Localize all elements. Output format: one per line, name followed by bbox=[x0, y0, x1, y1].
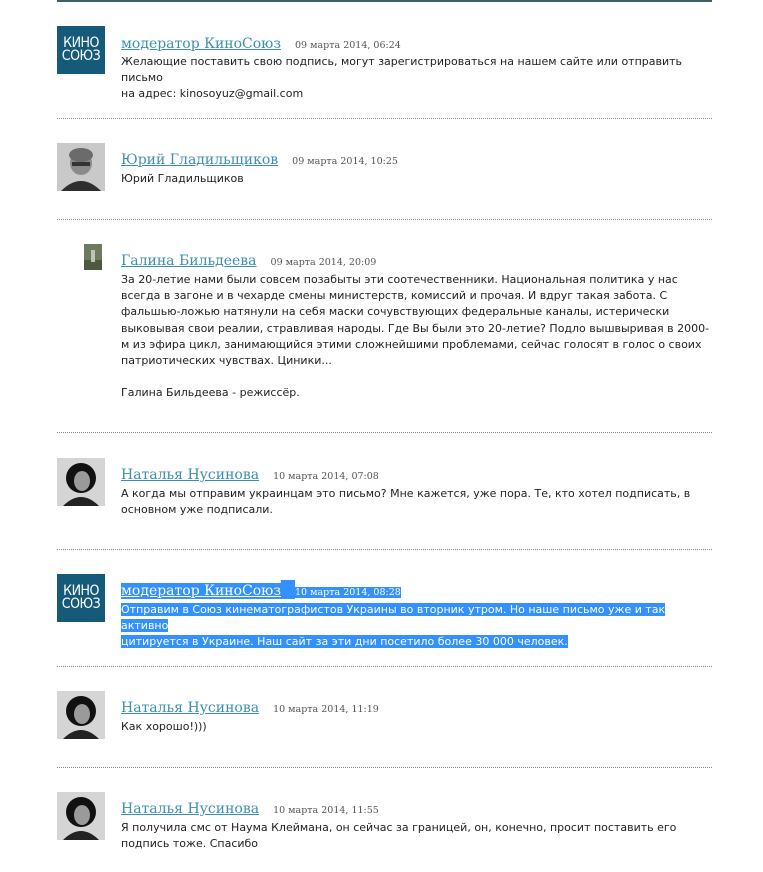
avatar bbox=[57, 143, 105, 191]
comment-date: 09 марта 2014, 10:25 bbox=[292, 156, 398, 167]
comment-author-link[interactable]: Юрий Гладильщиков bbox=[121, 152, 278, 168]
comment-author-link[interactable]: Наталья Нусинова bbox=[121, 467, 259, 483]
kinosoyuz-logo: КИНО СОЮЗ bbox=[57, 574, 105, 622]
comment-date: 09 марта 2014, 20:09 bbox=[270, 257, 377, 268]
comment-date: 10 марта 2014, 11:55 bbox=[273, 805, 379, 816]
comment-author-link[interactable]: Наталья Нусинова bbox=[121, 700, 259, 716]
avatar bbox=[84, 244, 102, 270]
comment-separator bbox=[57, 767, 712, 768]
comment-author-link[interactable]: Галина Бильдеева bbox=[121, 253, 257, 269]
kinosoyuz-logo: КИНО СОЮЗ bbox=[57, 26, 105, 74]
top-divider bbox=[57, 0, 712, 2]
comment-separator bbox=[57, 219, 712, 220]
comment-signature: Галина Бильдеева - режиссёр. bbox=[121, 386, 300, 400]
comment-separator bbox=[57, 118, 712, 119]
comment-date: 10 марта 2014, 08:28 bbox=[295, 587, 401, 598]
comment-date: 09 марта 2014, 06:24 bbox=[295, 40, 401, 51]
avatar bbox=[57, 691, 105, 739]
comment-date: 10 марта 2014, 07:08 bbox=[273, 471, 379, 482]
comment-text: Как хорошо!))) bbox=[121, 720, 207, 733]
avatar bbox=[57, 792, 105, 840]
comment-separator bbox=[57, 666, 712, 667]
comment-text: Желающие поставить свою подпись, могут з… bbox=[121, 55, 683, 101]
comment-text: Юрий Гладильщиков bbox=[121, 172, 244, 185]
comment-date: 10 марта 2014, 11:19 bbox=[273, 704, 379, 715]
comment-text: Я получила смс от Наума Клеймана, он сей… bbox=[121, 821, 677, 851]
comment-author-link[interactable]: модератор КиноСоюз bbox=[121, 583, 282, 599]
comment-separator bbox=[57, 432, 712, 433]
comment-separator bbox=[57, 549, 712, 550]
comment-author-link[interactable]: Наталья Нусинова bbox=[121, 801, 259, 817]
comment-author-link[interactable]: модератор КиноСоюз bbox=[121, 36, 281, 52]
avatar bbox=[57, 458, 105, 506]
comment-text: А когда мы отправим украинцам это письмо… bbox=[121, 487, 691, 517]
comment-text: Отправим в Союз кинематографистов Украин… bbox=[121, 603, 666, 649]
comment-text: За 20-летие нами были совсем позабыты эт… bbox=[121, 272, 709, 401]
